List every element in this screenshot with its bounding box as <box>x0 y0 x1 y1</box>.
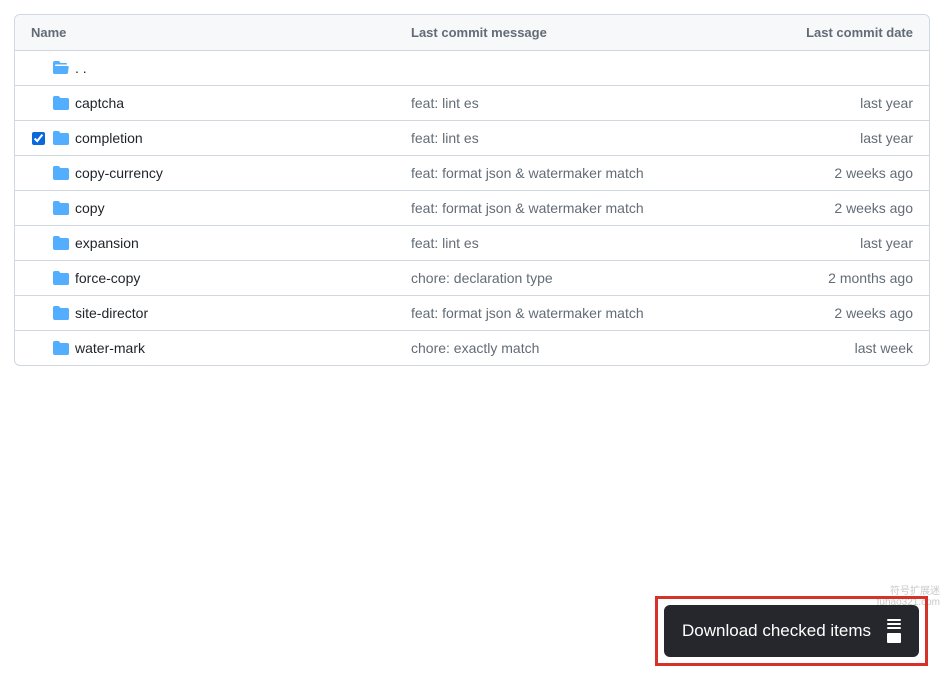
commit-message[interactable]: feat: lint es <box>411 95 479 111</box>
parent-directory-row[interactable]: . . <box>15 51 929 86</box>
folder-open-icon <box>53 60 69 76</box>
header-name: Name <box>31 25 411 40</box>
file-table: Name Last commit message Last commit dat… <box>14 14 930 366</box>
table-row: site-director feat: format json & waterma… <box>15 296 929 331</box>
folder-name[interactable]: expansion <box>75 235 139 251</box>
commit-date: last year <box>773 130 913 146</box>
header-date: Last commit date <box>773 25 913 40</box>
commit-message[interactable]: feat: lint es <box>411 130 479 146</box>
row-checkbox[interactable] <box>32 132 45 145</box>
commit-message[interactable]: feat: format json & watermaker match <box>411 165 644 181</box>
table-row: force-copy chore: declaration type 2 month… <box>15 261 929 296</box>
table-row: water-mark chore: exactly match last week <box>15 331 929 365</box>
table-header: Name Last commit message Last commit dat… <box>15 15 929 51</box>
commit-message[interactable]: chore: exactly match <box>411 340 539 356</box>
table-row: completion feat: lint es last year <box>15 121 929 156</box>
commit-date: last year <box>773 235 913 251</box>
folder-icon <box>53 200 69 216</box>
folder-name[interactable]: captcha <box>75 95 124 111</box>
table-row: copy-currency feat: format json & waterma… <box>15 156 929 191</box>
commit-date: last week <box>773 340 913 356</box>
folder-icon <box>53 130 69 146</box>
commit-message[interactable]: feat: lint es <box>411 235 479 251</box>
commit-message[interactable]: chore: declaration type <box>411 270 553 286</box>
folder-name[interactable]: site-director <box>75 305 148 321</box>
commit-date: 2 months ago <box>773 270 913 286</box>
row-checkbox-slot <box>31 131 45 145</box>
folder-icon <box>53 235 69 251</box>
commit-date: 2 weeks ago <box>773 165 913 181</box>
parent-link[interactable]: . . <box>75 60 87 76</box>
download-checked-button[interactable]: Download checked items <box>664 605 919 657</box>
commit-message[interactable]: feat: format json & watermaker match <box>411 200 644 216</box>
folder-icon <box>53 305 69 321</box>
folder-icon <box>53 165 69 181</box>
commit-date: 2 weeks ago <box>773 200 913 216</box>
table-row: captcha feat: lint es last year <box>15 86 929 121</box>
folder-name[interactable]: completion <box>75 130 143 146</box>
table-row: expansion feat: lint es last year <box>15 226 929 261</box>
folder-name[interactable]: copy-currency <box>75 165 163 181</box>
table-row: copy feat: format json & watermaker match… <box>15 191 929 226</box>
download-label: Download checked items <box>682 621 871 641</box>
folder-name[interactable]: force-copy <box>75 270 140 286</box>
commit-date: 2 weeks ago <box>773 305 913 321</box>
folder-icon <box>53 340 69 356</box>
folder-icon <box>53 270 69 286</box>
commit-date: last year <box>773 95 913 111</box>
commit-message[interactable]: feat: format json & watermaker match <box>411 305 644 321</box>
folder-name[interactable]: copy <box>75 200 105 216</box>
header-message: Last commit message <box>411 25 773 40</box>
download-highlight: Download checked items <box>655 596 928 666</box>
download-icon <box>887 619 901 643</box>
folder-icon <box>53 95 69 111</box>
folder-name[interactable]: water-mark <box>75 340 145 356</box>
